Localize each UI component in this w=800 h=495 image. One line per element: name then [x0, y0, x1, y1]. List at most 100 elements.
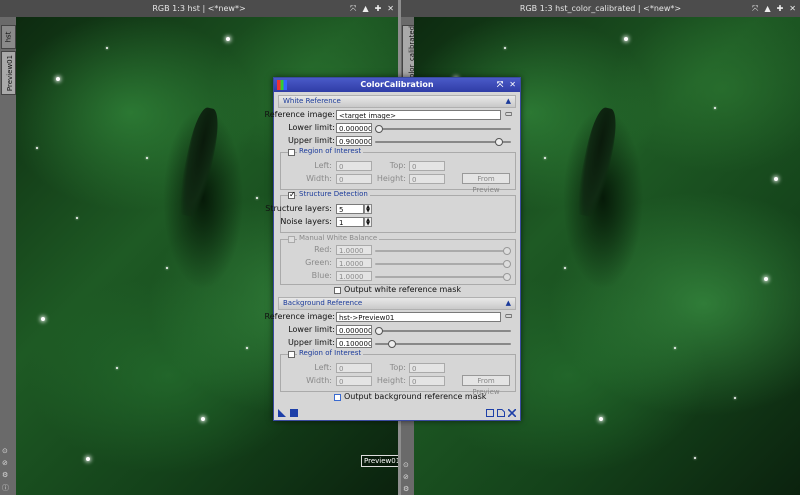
wr-reference-image-field[interactable]: <target image>	[336, 110, 501, 120]
preview01-marker[interactable]: Preview01	[361, 455, 398, 467]
collapse-icon[interactable]: ▲	[506, 298, 511, 309]
br-lower-limit-label: Lower limit:	[288, 325, 335, 334]
slider-knob[interactable]	[503, 273, 511, 281]
star	[564, 267, 566, 269]
output-background-mask-checkbox[interactable]	[334, 394, 341, 401]
maximize-icon[interactable]: ✚	[777, 4, 784, 13]
wr-lower-limit-slider[interactable]	[375, 125, 511, 133]
left-window-buttons: ⤧ ▲ ✚ ✕	[350, 0, 394, 17]
dialog-bottom-bar	[274, 406, 520, 420]
br-from-preview-button[interactable]: From Preview	[462, 375, 510, 396]
br-lower-limit-slider[interactable]	[375, 327, 511, 335]
green-slider[interactable]	[375, 260, 511, 268]
close-icon[interactable]: ✕	[789, 4, 796, 13]
view-list-icon[interactable]: ▭	[505, 311, 513, 320]
star	[734, 397, 736, 399]
wr-roi-width-field[interactable]: 0	[336, 174, 372, 184]
star	[56, 77, 60, 81]
left-window-title[interactable]: RGB 1:3 hst | <*new*>	[0, 0, 398, 17]
noise-layers-field[interactable]: 1	[336, 217, 364, 227]
br-upper-limit-field[interactable]: 0.1000000	[336, 338, 372, 348]
white-reference-header[interactable]: White Reference ▲	[278, 95, 516, 108]
mask-icon[interactable]: ⊙	[2, 447, 9, 455]
side-tool-icons: ⊙ ⊘ ⚙ ⓘ	[2, 447, 9, 493]
view-list-icon[interactable]: ▭	[505, 109, 513, 118]
lock-icon[interactable]: ⊘	[2, 459, 9, 467]
green-label: Green:	[305, 258, 332, 267]
wr-upper-limit-label: Upper limit:	[287, 136, 335, 145]
slider-knob[interactable]	[388, 340, 396, 348]
right-window-title[interactable]: RGB 1:3 hst_color_calibrated | <*new*>	[401, 0, 800, 17]
shade-icon[interactable]: ⤧	[752, 4, 758, 14]
settings-icon[interactable]: ⚙	[403, 485, 409, 493]
iconify-icon[interactable]: ▲	[764, 4, 770, 13]
lock-icon[interactable]: ⊘	[403, 473, 409, 481]
br-roi-title: Region of Interest	[297, 349, 364, 358]
shade-icon[interactable]: ⤧	[350, 4, 356, 14]
blue-label: Blue:	[311, 271, 332, 280]
side-tool-icons: ⊙ ⊘ ⚙	[403, 461, 409, 493]
collapse-icon[interactable]: ▲	[506, 96, 511, 107]
wr-roi-top-field[interactable]: 0	[409, 161, 445, 171]
green-field[interactable]: 1.0000	[336, 258, 372, 268]
dialog-title-buttons: ⤧ ✕	[497, 78, 516, 92]
br-upper-limit-slider[interactable]	[375, 340, 511, 348]
tab-hst[interactable]: hst	[1, 25, 16, 49]
settings-icon[interactable]: ⚙	[2, 471, 9, 479]
wr-roi-left-field[interactable]: 0	[336, 161, 372, 171]
manual-wb-title: Manual White Balance	[297, 234, 380, 243]
slider-knob[interactable]	[503, 260, 511, 268]
blue-field[interactable]: 1.0000	[336, 271, 372, 281]
app-icon	[277, 80, 287, 90]
browse-documentation-icon[interactable]	[497, 409, 505, 417]
blue-slider[interactable]	[375, 273, 511, 281]
info-icon[interactable]: ⓘ	[2, 483, 9, 493]
dialog-title-bar[interactable]: ColorCalibration ⤧ ✕	[274, 78, 520, 92]
structure-layers-field[interactable]: 5	[336, 204, 364, 214]
star	[624, 37, 628, 41]
noise-layers-spinner[interactable]: ▲ ▼	[364, 217, 372, 227]
noise-layers-label: Noise layers:	[280, 217, 332, 226]
apply-global-icon[interactable]	[290, 409, 298, 417]
wr-upper-limit-field[interactable]: 0.9000000	[336, 136, 372, 146]
br-roi-top-field[interactable]: 0	[409, 363, 445, 373]
slider-knob[interactable]	[375, 125, 383, 133]
new-instance-icon[interactable]	[278, 409, 286, 417]
output-white-mask-label: Output white reference mask	[344, 285, 462, 294]
wr-roi-checkbox[interactable]	[288, 149, 295, 156]
wr-upper-limit-slider[interactable]	[375, 138, 511, 146]
slider-knob[interactable]	[503, 247, 511, 255]
reset-icon[interactable]	[508, 409, 516, 417]
red-label: Red:	[314, 245, 332, 254]
wr-roi-height-field[interactable]: 0	[409, 174, 445, 184]
apply-icon[interactable]	[486, 409, 494, 417]
structure-layers-spinner[interactable]: ▲ ▼	[364, 204, 372, 214]
shade-icon[interactable]: ⤧	[497, 78, 503, 92]
maximize-icon[interactable]: ✚	[375, 4, 382, 13]
br-reference-image-field[interactable]: hst->Preview01	[336, 312, 501, 322]
br-lower-limit-field[interactable]: 0.0000000	[336, 325, 372, 335]
br-roi-height-field[interactable]: 0	[409, 376, 445, 386]
red-slider[interactable]	[375, 247, 511, 255]
br-roi-width-field[interactable]: 0	[336, 376, 372, 386]
br-roi-left-field[interactable]: 0	[336, 363, 372, 373]
wr-from-preview-button[interactable]: From Preview	[462, 173, 510, 194]
close-icon[interactable]: ✕	[387, 4, 394, 13]
star	[166, 267, 168, 269]
wr-reference-image-label: Reference image:	[264, 110, 335, 119]
background-reference-header[interactable]: Background Reference ▲	[278, 297, 516, 310]
dialog-title: ColorCalibration	[360, 80, 434, 89]
close-icon[interactable]: ✕	[509, 78, 516, 92]
manual-wb-checkbox[interactable]	[288, 236, 295, 243]
structure-detection-checkbox[interactable]	[288, 190, 296, 199]
output-white-mask-checkbox[interactable]	[334, 287, 341, 294]
tab-preview01[interactable]: Preview01	[1, 51, 16, 95]
red-field[interactable]: 1.0000	[336, 245, 372, 255]
wr-lower-limit-field[interactable]: 0.0000000	[336, 123, 372, 133]
slider-knob[interactable]	[495, 138, 503, 146]
wr-roi-left-label: Left:	[314, 161, 332, 170]
br-roi-checkbox[interactable]	[288, 351, 295, 358]
iconify-icon[interactable]: ▲	[362, 4, 368, 13]
mask-icon[interactable]: ⊙	[403, 461, 409, 469]
slider-knob[interactable]	[375, 327, 383, 335]
